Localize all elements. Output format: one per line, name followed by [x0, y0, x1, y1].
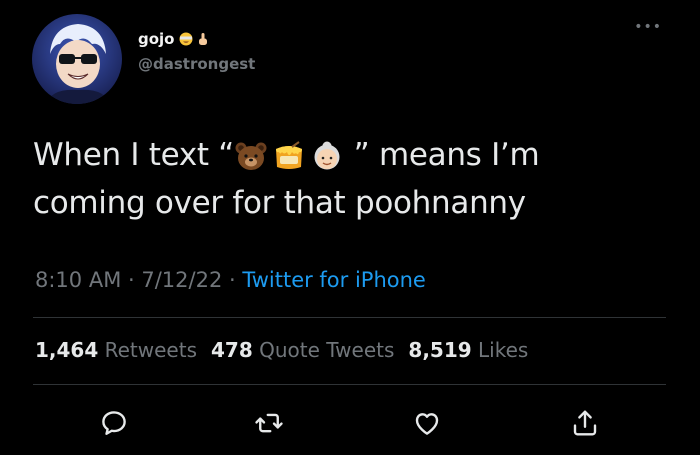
reply-icon [102, 411, 126, 435]
likes-stat[interactable]: 8,519 Likes [408, 338, 528, 362]
tweet-date[interactable]: 7/12/22 [141, 268, 222, 292]
more-options-icon[interactable]: ••• [634, 20, 662, 34]
display-name[interactable]: gojo [138, 30, 175, 48]
quote-tweets-stat[interactable]: 478 Quote Tweets [211, 338, 394, 362]
tweet-text-segment: ” means I’m [344, 137, 540, 173]
display-name-row[interactable]: gojo [138, 28, 255, 50]
tweet-text-line-2: coming over for that poohnanny [33, 185, 526, 221]
tweet-text-line-1: When I text “ ” means I’m [33, 131, 673, 179]
retweet-button[interactable] [252, 406, 286, 440]
tweet-time[interactable]: 8:10 AM [35, 268, 121, 292]
tweet-text-segment: When I text “ [33, 137, 235, 173]
retweets-count: 1,464 [35, 338, 99, 362]
separator: · [222, 268, 243, 292]
user-handle[interactable]: @dastrongest [138, 55, 255, 73]
tweet-source-link[interactable]: Twitter for iPhone [242, 268, 426, 292]
finger-pointing-up-emoji [198, 33, 207, 45]
honey-pot-emoji [276, 141, 303, 169]
tweet-text: When I text “ ” means I’m coming over fo… [33, 131, 673, 227]
tweet-actions [0, 402, 700, 442]
user-info: gojo @dastrongest [138, 28, 255, 73]
reply-button[interactable] [97, 406, 131, 440]
quote-tweets-count: 478 [211, 338, 253, 362]
tweet-stats: 1,464 Retweets 478 Quote Tweets 8,519 Li… [35, 338, 528, 362]
divider [33, 384, 666, 385]
avatar[interactable] [32, 14, 122, 104]
retweet-icon [255, 413, 283, 433]
like-button[interactable] [410, 406, 444, 440]
retweets-label: Retweets [104, 338, 197, 362]
like-icon [415, 413, 439, 435]
tweet: gojo @dastrongest ••• When I text “ ” me… [0, 0, 700, 455]
bear-emoji [235, 142, 267, 170]
share-icon [573, 410, 597, 436]
retweets-stat[interactable]: 1,464 Retweets [35, 338, 197, 362]
quote-tweets-label: Quote Tweets [259, 338, 395, 362]
old-woman-emoji [314, 141, 340, 170]
likes-count: 8,519 [408, 338, 472, 362]
grinning-face-with-blindfold-emoji [179, 32, 192, 46]
separator: · [121, 268, 142, 292]
likes-label: Likes [478, 338, 529, 362]
divider [33, 317, 666, 318]
share-button[interactable] [568, 406, 602, 440]
tweet-header: gojo @dastrongest [32, 14, 255, 104]
tweet-meta: 8:10 AM · 7/12/22 · Twitter for iPhone [35, 268, 426, 292]
